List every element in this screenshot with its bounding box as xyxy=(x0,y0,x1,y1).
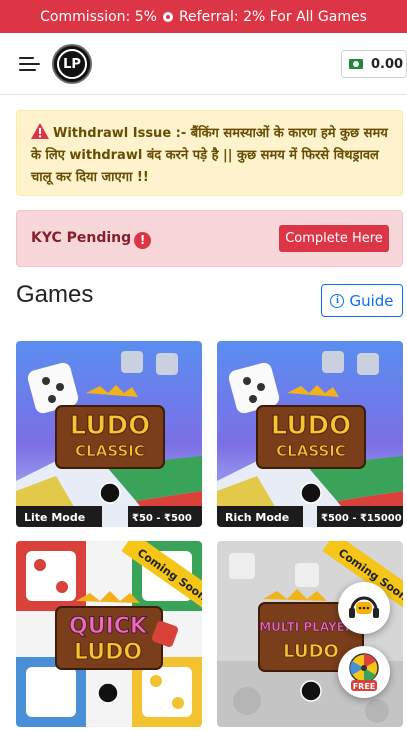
guide-label: Guide xyxy=(349,291,394,310)
lp-badge-icon xyxy=(300,680,322,702)
withdrawl-title: Withdrawl Issue :- xyxy=(53,126,187,141)
multi-players-ludo-artwork: Coming Soon MULTI PLAYERS LUDO xyxy=(217,541,403,727)
guide-button[interactable]: i Guide xyxy=(321,284,403,317)
game-entry-range: ₹50 - ₹500 xyxy=(132,513,192,524)
game-mode-label: Lite Mode xyxy=(24,511,85,524)
game-title-line2: LUDO xyxy=(283,641,339,662)
spin-wheel-icon: FREE xyxy=(349,653,379,691)
cash-icon xyxy=(349,59,363,69)
headset-chat-icon xyxy=(349,596,379,618)
ludo-classic-artwork: LUDO CLASSIC Lite Mode ₹50 - ₹500 xyxy=(16,341,202,527)
commission-text: Commission: 5% xyxy=(40,8,157,25)
support-chat-button[interactable] xyxy=(338,582,390,634)
game-mode-label: Rich Mode xyxy=(225,511,289,524)
complete-kyc-button[interactable]: Complete Here xyxy=(279,225,389,252)
free-spin-label: FREE xyxy=(353,682,376,691)
games-heading: Games xyxy=(16,281,94,308)
logo-text: LP xyxy=(57,49,87,79)
app-header: LP 0.00 xyxy=(0,33,407,95)
kyc-label: KYC Pending xyxy=(31,230,132,246)
game-card-quick-ludo[interactable]: Coming Soon QUICK LUDO xyxy=(16,541,202,727)
game-title-line1: LUDO xyxy=(70,411,150,441)
lp-badge-icon xyxy=(300,482,322,504)
game-title-line1: LUDO xyxy=(271,411,351,441)
bullet-icon xyxy=(162,11,173,22)
exclamation-icon: ! xyxy=(134,232,152,249)
game-card-ludo-classic-rich[interactable]: LUDO CLASSIC Rich Mode ₹500 - ₹15000 xyxy=(217,341,403,527)
quick-ludo-artwork: Coming Soon QUICK LUDO xyxy=(16,541,202,727)
ludo-classic-artwork: LUDO CLASSIC Rich Mode ₹500 - ₹15000 xyxy=(217,341,403,527)
logo[interactable]: LP xyxy=(52,44,92,84)
referral-text: Referral: 2% For All Games xyxy=(178,8,367,25)
game-title-line2: LUDO xyxy=(74,640,142,665)
game-title-line2: CLASSIC xyxy=(75,442,145,460)
game-title-line1: QUICK xyxy=(69,614,148,639)
announcement-bar: Commission: 5% Referral: 2% For All Game… xyxy=(0,0,407,33)
wallet-balance: 0.00 xyxy=(371,56,404,72)
withdrawl-alert: Withdrawl Issue :- बैंकिंग समस्याओं के क… xyxy=(16,110,403,196)
kyc-alert: KYC Pending! Complete Here xyxy=(16,210,403,267)
lp-badge-icon xyxy=(99,482,121,504)
hamburger-menu-icon[interactable] xyxy=(19,55,40,73)
warning-icon xyxy=(31,123,49,139)
game-card-multi-players-ludo[interactable]: Coming Soon MULTI PLAYERS LUDO xyxy=(217,541,403,727)
kyc-status: KYC Pending! xyxy=(31,230,152,249)
wallet-balance-button[interactable]: 0.00 xyxy=(341,50,407,78)
game-card-ludo-classic-lite[interactable]: LUDO CLASSIC Lite Mode ₹50 - ₹500 xyxy=(16,341,202,527)
lp-badge-icon xyxy=(97,682,119,704)
info-icon: i xyxy=(330,293,345,308)
game-entry-range: ₹500 - ₹15000 xyxy=(321,513,402,524)
game-title-line2: CLASSIC xyxy=(276,442,346,460)
free-spin-button[interactable]: FREE xyxy=(338,646,390,698)
